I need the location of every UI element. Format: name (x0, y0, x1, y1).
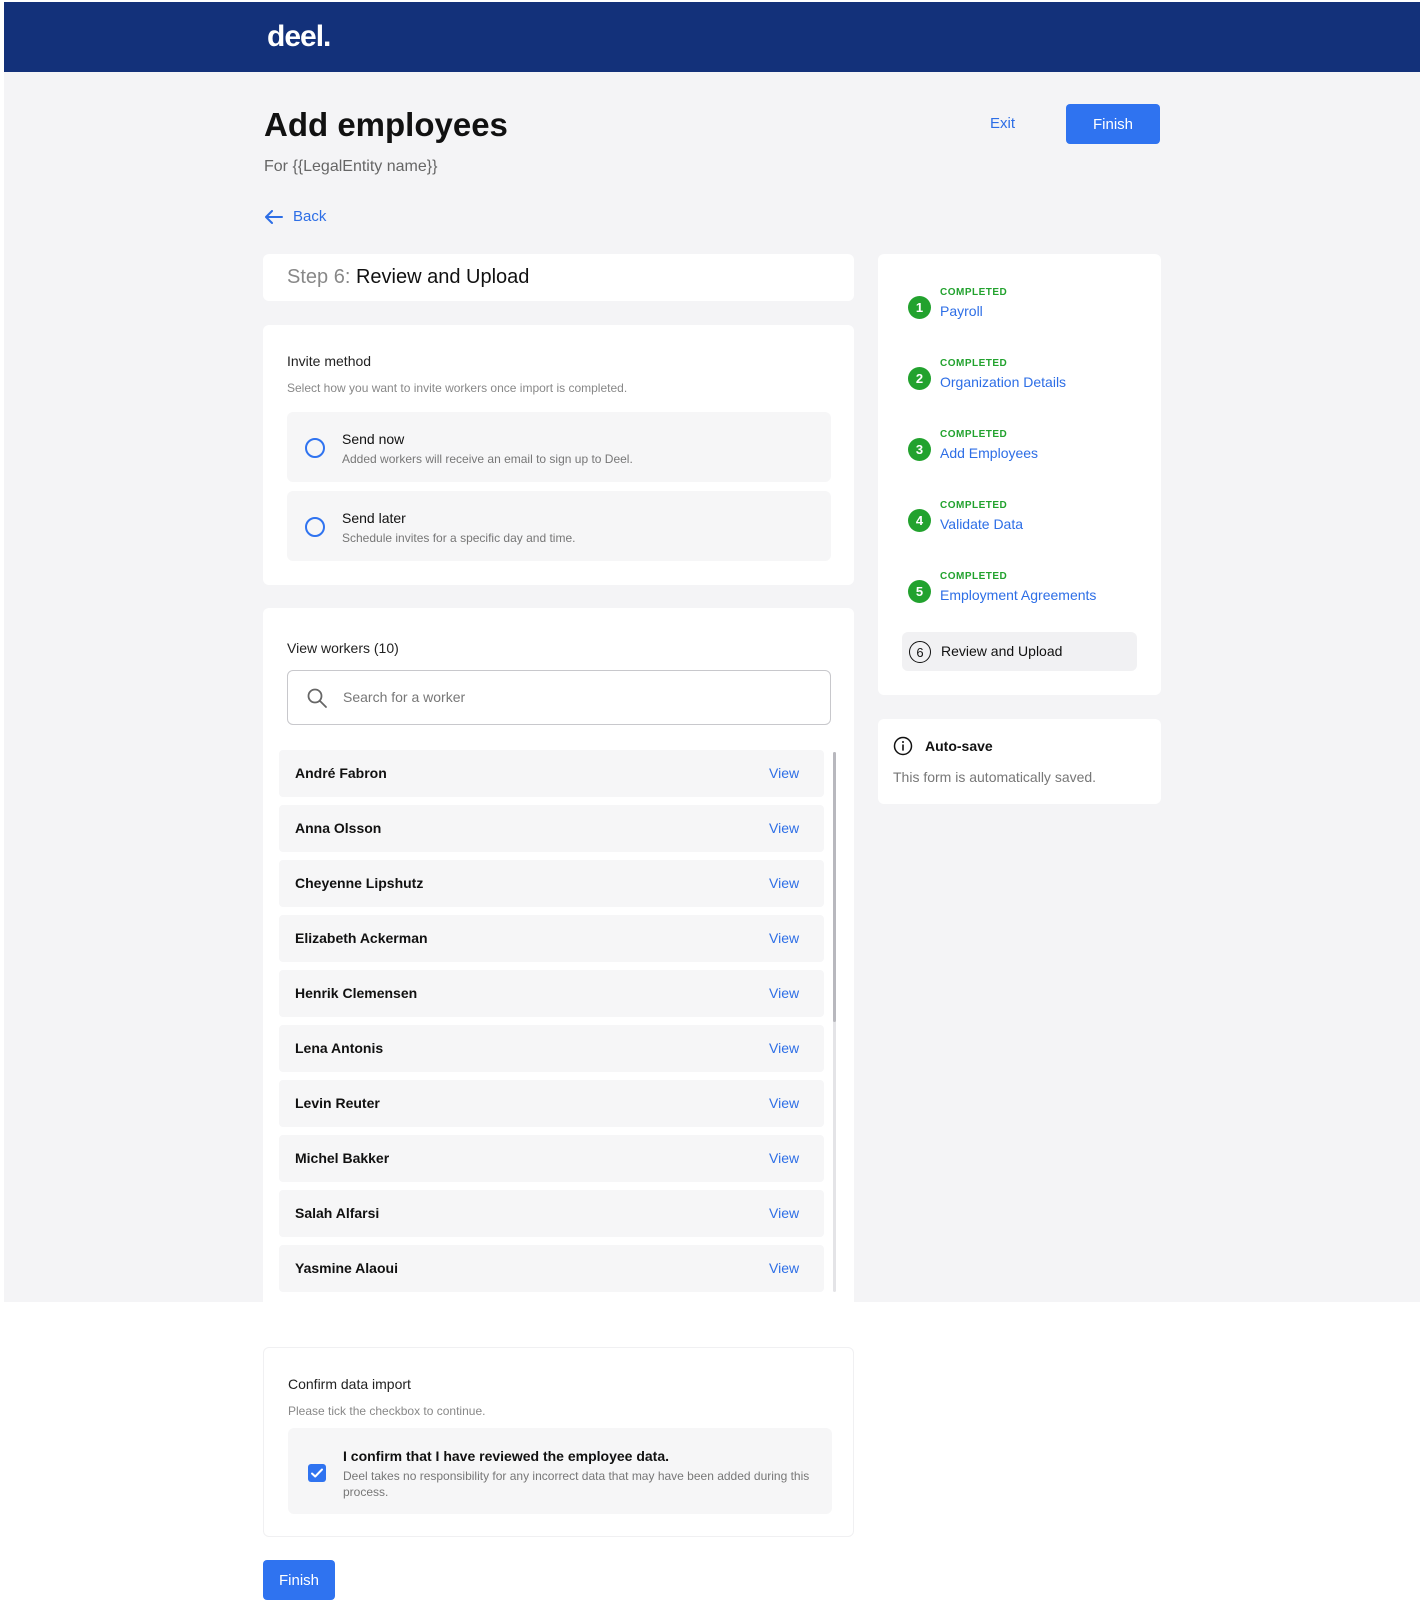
step-header-card: Step 6: Review and Upload (263, 254, 854, 301)
step-number-current: 6 (909, 641, 931, 663)
info-icon (893, 736, 913, 756)
worker-name: Cheyenne Lipshutz (295, 875, 424, 891)
step-label-current: Review and Upload (941, 643, 1063, 659)
confirm-import-description: Please tick the checkbox to continue. (288, 1404, 486, 1418)
step-prefix: Step 6: (287, 266, 351, 288)
send-now-title: Send now (342, 431, 405, 447)
step-status: COMPLETED (940, 429, 1008, 440)
send-later-title: Send later (342, 510, 406, 526)
page-title: Add employees (264, 106, 508, 143)
worker-row: Levin Reuter View (279, 1080, 824, 1127)
confirm-checkbox[interactable] (308, 1464, 326, 1482)
checkmark-icon (311, 1468, 323, 1478)
scrollbar-thumb[interactable] (833, 752, 836, 1022)
worker-row: Cheyenne Lipshutz View (279, 860, 824, 907)
step-title: Review and Upload (355, 266, 530, 288)
invite-method-description: Select how you want to invite workers on… (287, 381, 628, 395)
top-bar: deel. (4, 2, 1420, 72)
back-label: Back (293, 208, 327, 225)
invite-method-card: Invite method Select how you want to inv… (263, 325, 854, 585)
worker-row: Anna Olsson View (279, 805, 824, 852)
step-label[interactable]: Payroll (940, 303, 983, 319)
steps-sidebar: 6 Review and Upload 1 COMPLETED Payroll 2 CO… (878, 254, 1161, 695)
view-worker-link[interactable]: View (769, 1260, 799, 1276)
confirm-import-card: Confirm data import Please tick the chec… (263, 1347, 854, 1537)
worker-name: Lena Antonis (295, 1040, 384, 1056)
send-now-option[interactable]: Send now Added workers will receive an e… (287, 412, 831, 482)
confirm-checkbox-row[interactable]: I confirm that I have reviewed the emplo… (288, 1428, 832, 1514)
view-workers-card: View workers (10) Search for a worker An… (263, 608, 854, 1318)
view-worker-link[interactable]: View (769, 1205, 799, 1221)
autosave-card: Auto-save This form is automatically sav… (878, 719, 1161, 804)
view-worker-link[interactable]: View (769, 1150, 799, 1166)
page-subtitle: For {{LegalEntity name}} (264, 158, 438, 175)
step-number-badge: 4 (908, 509, 931, 532)
view-worker-link[interactable]: View (769, 1095, 799, 1111)
step-number-badge: 1 (908, 296, 931, 319)
send-later-radio[interactable] (305, 517, 325, 537)
worker-row: Salah Alfarsi View (279, 1190, 824, 1237)
view-workers-title: View workers (10) (287, 640, 399, 656)
worker-search-input[interactable]: Search for a worker (287, 670, 831, 725)
worker-name: Michel Bakker (295, 1150, 390, 1166)
view-worker-link[interactable]: View (769, 1040, 799, 1056)
worker-name: Elizabeth Ackerman (295, 930, 428, 946)
view-worker-link[interactable]: View (769, 985, 799, 1001)
worker-list-scrollbar[interactable] (833, 752, 836, 1292)
search-placeholder: Search for a worker (343, 689, 466, 705)
worker-name: Yasmine Alaoui (295, 1260, 398, 1276)
view-worker-link[interactable]: View (769, 875, 799, 891)
view-worker-link[interactable]: View (769, 765, 799, 781)
step-status: COMPLETED (940, 571, 1008, 582)
worker-row: Henrik Clemensen View (279, 970, 824, 1017)
finish-button-bottom[interactable]: Finish (263, 1560, 335, 1600)
step-item-review-upload[interactable]: 6 Review and Upload (902, 632, 1137, 671)
autosave-title: Auto-save (925, 738, 993, 754)
step-label[interactable]: Validate Data (940, 516, 1023, 532)
worker-name: Levin Reuter (295, 1095, 380, 1111)
send-later-description: Schedule invites for a specific day and … (342, 531, 576, 545)
step-status: COMPLETED (940, 287, 1008, 298)
step-label[interactable]: Organization Details (940, 374, 1066, 390)
worker-row: Lena Antonis View (279, 1025, 824, 1072)
confirm-import-title: Confirm data import (288, 1376, 411, 1392)
view-worker-link[interactable]: View (769, 930, 799, 946)
step-number-badge: 3 (908, 438, 931, 461)
back-link[interactable]: Back (265, 208, 326, 225)
worker-name: André Fabron (295, 765, 387, 781)
finish-button-top[interactable]: Finish (1066, 104, 1160, 144)
send-later-option[interactable]: Send later Schedule invites for a specif… (287, 491, 831, 561)
step-number-badge: 2 (908, 367, 931, 390)
deel-logo[interactable]: deel. (267, 20, 331, 54)
autosave-description: This form is automatically saved. (893, 769, 1097, 785)
step-number-badge: 5 (908, 580, 931, 603)
send-now-radio[interactable] (305, 438, 325, 458)
step-status: COMPLETED (940, 500, 1008, 511)
step-label[interactable]: Employment Agreements (940, 587, 1096, 603)
worker-name: Henrik Clemensen (295, 985, 418, 1001)
worker-row: André Fabron View (279, 750, 824, 797)
step-label[interactable]: Add Employees (940, 445, 1038, 461)
step-status: COMPLETED (940, 358, 1008, 369)
search-icon (307, 688, 327, 708)
worker-name: Salah Alfarsi (295, 1205, 380, 1221)
send-now-description: Added workers will receive an email to s… (342, 452, 633, 466)
confirm-checkbox-title: I confirm that I have reviewed the emplo… (343, 1448, 669, 1464)
arrow-left-icon (265, 209, 283, 224)
worker-name: Anna Olsson (295, 820, 382, 836)
step-heading: Step 6: Review and Upload (287, 266, 529, 289)
invite-method-title: Invite method (287, 353, 372, 369)
worker-row: Elizabeth Ackerman View (279, 915, 824, 962)
confirm-checkbox-description: Deel takes no responsibility for any inc… (343, 1469, 810, 1499)
worker-row: Michel Bakker View (279, 1135, 824, 1182)
view-worker-link[interactable]: View (769, 820, 799, 836)
worker-row: Yasmine Alaoui View (279, 1245, 824, 1292)
exit-link[interactable]: Exit (990, 115, 1015, 132)
